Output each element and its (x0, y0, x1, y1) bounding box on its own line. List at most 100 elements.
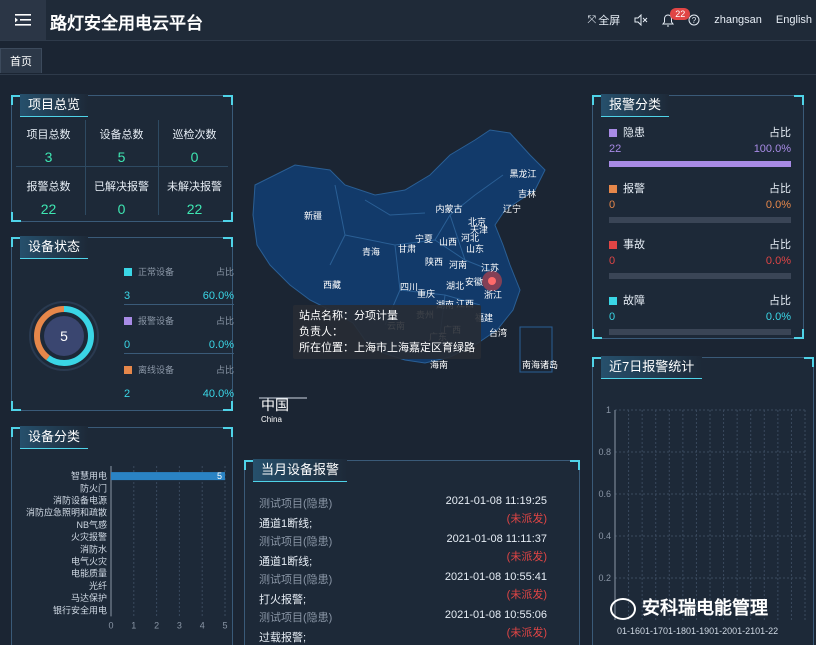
mute-button[interactable] (634, 14, 648, 26)
province-label: 台湾 (489, 327, 507, 338)
category-label: 电能质量 (71, 568, 107, 579)
alarm-record[interactable]: 测试项目(隐患) 2021-01-08 10:55:06 过载报警; (未派发) (259, 609, 555, 645)
map-tooltip: 站点名称：分项计量 负责人： 所在位置：上海市上海嘉定区育绿路 (293, 305, 481, 359)
province-label: 陕西 (425, 256, 443, 267)
x-tick-label: 2 (154, 620, 159, 630)
legend-swatch (609, 297, 617, 306)
x-axis-labels: 01-1601-1701-1801-1901-2001-2101-22 (617, 626, 778, 636)
ratio-label: 占比 (769, 295, 791, 307)
alarm-type-label: 故障 (623, 295, 645, 307)
grid-divider (16, 166, 228, 167)
province-label: 甘肃 (398, 243, 416, 254)
legend-swatch (609, 241, 617, 250)
alarm-percent: 0.0% (765, 311, 791, 323)
record-state: (未派发) (506, 627, 547, 639)
legend-swatch (609, 129, 617, 138)
stat-project-total: 项目总数 3 (12, 126, 85, 165)
category-label: 消防应急照明和疏散 (26, 507, 107, 518)
legend-swatch (124, 317, 132, 326)
record-time: 2021-01-08 11:11:37 (446, 533, 547, 545)
alarm-record[interactable]: 测试项目(隐患) 2021-01-08 11:11:37 通道1断线; (未派发… (259, 533, 555, 569)
monthly-alarms-panel: 当月设备报警 测试项目(隐患) 2021-01-08 11:19:25 通道1断… (244, 459, 580, 645)
tab-bar: 首页 (0, 40, 816, 75)
x-tick-label: 1 (131, 620, 136, 630)
y-tick-label: 1 (606, 405, 611, 415)
y-tick-label: 0.6 (598, 489, 611, 499)
legend-swatch (124, 366, 132, 375)
help-button[interactable]: ? (688, 14, 700, 26)
bar-value-label: 5 (217, 471, 222, 481)
map-site-marker-core (488, 277, 496, 285)
province-label: 青海 (362, 246, 380, 257)
ratio-label: 占比 (769, 183, 791, 195)
notification-button[interactable]: 22 (662, 7, 691, 27)
stat-value: 22 (186, 201, 203, 217)
tab-home[interactable]: 首页 (0, 48, 42, 73)
grid-divider (85, 120, 86, 215)
alarm-record[interactable]: 测试项目(隐患) 2021-01-08 11:19:25 通道1断线; (未派发… (259, 495, 555, 531)
speaker-mute-icon (634, 14, 648, 26)
panel-title: 项目总览 (20, 94, 89, 117)
category-label: 银行安全用电 (53, 604, 107, 615)
province-label: 黑龙江 (509, 168, 536, 179)
top-right-toolbar: ⤧ 全屏 22 ? zhangsan English (587, 0, 816, 40)
record-time: 2021-01-08 10:55:06 (444, 609, 547, 621)
stat-label: 设备总数 (99, 129, 144, 141)
category-label: 智慧用电 (71, 470, 107, 481)
legend-percent: 0.0% (208, 339, 234, 351)
stat-alarm-total: 报警总数 22 (12, 178, 85, 217)
alarm-percent: 0.0% (765, 199, 791, 211)
stat-value: 0 (190, 149, 199, 165)
wechat-icon (610, 598, 636, 621)
fullscreen-icon: ⤧ (587, 13, 597, 26)
user-menu[interactable]: zhangsan (714, 14, 762, 26)
panel-title: 设备状态 (20, 236, 89, 259)
province-label: 四川 (400, 282, 418, 292)
help-icon: ? (688, 14, 700, 26)
province-label: 山西 (439, 237, 457, 247)
stat-label: 未解决报警 (167, 181, 222, 193)
record-time: 2021-01-08 11:19:25 (445, 495, 547, 507)
alarm-type-label: 隐患 (623, 127, 645, 139)
alarm-ratio-track (609, 161, 791, 167)
donut-center-value: 5 (60, 328, 68, 344)
legend-swatch (609, 185, 617, 194)
legend-count: 3 (124, 290, 131, 302)
alarm-category-item: 隐患 占比 22 100.0% (609, 124, 791, 155)
province-label: 西藏 (323, 279, 341, 290)
legend-count: 0 (124, 339, 131, 351)
province-label: 新疆 (304, 210, 322, 221)
tooltip-location: 所在位置：上海市上海嘉定区育绿路 (299, 342, 475, 354)
stat-label: 报警总数 (26, 181, 71, 193)
alarm-ratio-track (609, 329, 791, 335)
fullscreen-button[interactable]: ⤧ 全屏 (587, 12, 620, 28)
province-label: 重庆 (417, 288, 435, 299)
y-tick-label: 0.4 (598, 531, 611, 541)
x-tick-label: 0 (108, 620, 113, 630)
province-label: 宁夏 (415, 233, 433, 244)
y-tick-label: 0.2 (598, 573, 611, 583)
project-overview-panel: 项目总览 项目总数 3 设备总数 5 巡检次数 0 报警总数 22 已解决报警 … (11, 94, 233, 222)
device-status-donut: 5 (29, 301, 99, 371)
map-country-cn: 中国 (261, 397, 289, 413)
province-label: 安徽 (465, 276, 483, 287)
notification-badge: 22 (670, 7, 691, 20)
menu-toggle-button[interactable] (0, 0, 46, 40)
ratio-label: 占比 (215, 316, 234, 326)
alarm-record[interactable]: 测试项目(隐患) 2021-01-08 10:55:41 打火报警; (未派发) (259, 571, 555, 607)
grid-divider (158, 120, 159, 215)
x-tick-label: 4 (200, 620, 205, 630)
stat-device-total: 设备总数 5 (85, 126, 158, 165)
device-status-panel: 设备状态 5 正常设备 占比 3 60.0% 报警设备 占比 0 0.0% 离线设备 占比… (11, 236, 234, 411)
alarm-category-panel: 报警分类 隐患 占比 22 100.0% 报警 占比 0 0.0% 事故 占比 0 0.0% 故障 占比 0… (592, 94, 804, 339)
legend-offline: 离线设备 占比 2 40.0% (124, 363, 234, 400)
province-label: 吉林 (518, 188, 536, 199)
stat-label: 巡检次数 (172, 129, 217, 141)
x-tick-label: 3 (177, 620, 182, 630)
category-label: 电气火灾 (71, 556, 107, 567)
language-switch[interactable]: English (776, 14, 812, 26)
alarm-percent: 0.0% (765, 255, 791, 267)
alarm-ratio-track (609, 273, 791, 279)
record-state: (未派发) (506, 551, 547, 563)
province-label: 内蒙古 (435, 203, 462, 214)
